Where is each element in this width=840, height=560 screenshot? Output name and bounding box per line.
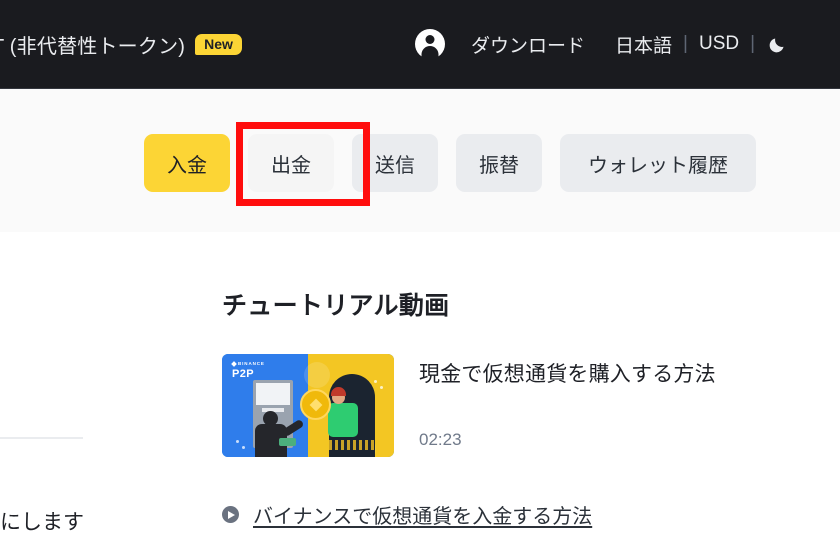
wallet-action-tabs: 入金 出金 送信 振替 ウォレット履歴 bbox=[144, 134, 756, 192]
nav-item-currency[interactable]: USD bbox=[699, 33, 739, 55]
new-badge: New bbox=[195, 33, 242, 55]
video-meta: 現金で仮想通貨を購入する方法 02:23 bbox=[419, 354, 716, 450]
p2p-label: P2P bbox=[232, 367, 254, 380]
page-title: チュートリアル動画 bbox=[222, 292, 450, 320]
nav-item-language[interactable]: 日本語 bbox=[615, 31, 672, 58]
thumbnail-coin-icon bbox=[300, 389, 331, 420]
thumbnail-atm-screen bbox=[256, 383, 290, 405]
thumbnail-deco-circle-1 bbox=[304, 362, 330, 388]
video-duration: 02:23 bbox=[419, 430, 462, 449]
thumbnail-deco-dot-1 bbox=[236, 440, 239, 443]
nav-separator-2: | bbox=[750, 33, 756, 54]
page-root: T (非代替性トークン) New ダウンロード 日本語 | USD | 入金 出… bbox=[0, 0, 840, 560]
top-navigation-bar: T (非代替性トークン) New ダウンロード 日本語 | USD | bbox=[0, 0, 840, 88]
tutorial-link-list: バイナンスで仮想通貨を入金する方法 他のバイナンスユーザーから仮想通貨を受け取る… bbox=[222, 500, 732, 560]
thumbnail-deco-dot-4 bbox=[380, 386, 383, 389]
nav-item-nft-truncated[interactable]: T (非代替性トークン) bbox=[0, 30, 185, 59]
binance-brand-text: BINANCE bbox=[231, 361, 265, 368]
tab-deposit[interactable]: 入金 bbox=[144, 134, 230, 192]
tab-send[interactable]: 送信 bbox=[352, 134, 438, 192]
tab-transfer[interactable]: 振替 bbox=[456, 134, 542, 192]
video-title[interactable]: 現金で仮想通貨を購入する方法 bbox=[419, 358, 716, 388]
nav-right-group: ダウンロード 日本語 | USD | bbox=[415, 0, 788, 88]
featured-video-row: BINANCE P2P 現金で仮想通貨を購入する方法 02:23 bbox=[222, 354, 716, 457]
video-thumbnail[interactable]: BINANCE P2P bbox=[222, 354, 394, 457]
tab-withdraw[interactable]: 出金 bbox=[248, 134, 334, 192]
list-item[interactable]: バイナンスで仮想通貨を入金する方法 bbox=[222, 500, 732, 529]
nav-item-download[interactable]: ダウンロード bbox=[471, 31, 585, 58]
tutorial-link-label[interactable]: バイナンスで仮想通貨を入金する方法 bbox=[253, 500, 592, 529]
thumbnail-deco-dot-3 bbox=[374, 380, 377, 383]
nav-left-group: T (非代替性トークン) New bbox=[0, 30, 242, 59]
tab-wallet-history[interactable]: ウォレット履歴 bbox=[560, 134, 756, 192]
binance-diamond-icon bbox=[231, 361, 237, 368]
nav-separator-1: | bbox=[683, 33, 688, 54]
thumbnail-person-right-hat bbox=[331, 387, 346, 396]
thumbnail-bank-steps bbox=[329, 440, 375, 450]
wallet-action-tab-band: 入金 出金 送信 振替 ウォレット履歴 bbox=[0, 88, 840, 233]
thumbnail-cash bbox=[279, 438, 296, 446]
left-column-truncated-text: にします bbox=[0, 511, 84, 534]
play-circle-icon bbox=[222, 506, 239, 523]
moon-icon[interactable] bbox=[768, 34, 788, 54]
main-content: にします チュートリアル動画 BINANCE P2P 現金で仮想通貨を購入する方… bbox=[0, 232, 840, 560]
binance-p2p-logo: BINANCE P2P bbox=[231, 361, 265, 380]
thumbnail-deco-dot-2 bbox=[242, 446, 245, 449]
left-column-divider bbox=[0, 437, 83, 439]
account-person-icon[interactable] bbox=[415, 29, 445, 59]
